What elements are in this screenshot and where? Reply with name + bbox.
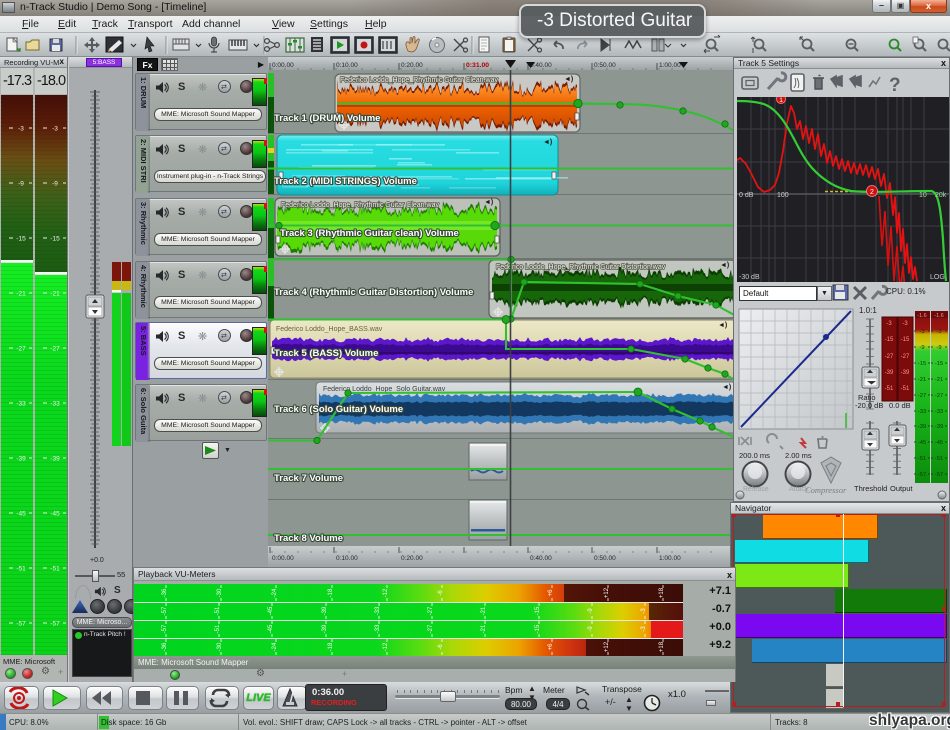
svg-text:-20.0 dB: -20.0 dB	[855, 401, 883, 410]
svg-text:-15: -15	[50, 236, 60, 243]
svg-text:2: 2	[870, 189, 874, 196]
svg-text:0:10.00: 0:10.00	[336, 62, 358, 69]
svg-text:-33: -33	[918, 409, 926, 415]
svg-text:0:50.00: 0:50.00	[594, 62, 616, 69]
svg-text:0 dB: 0 dB	[739, 192, 754, 199]
svg-text:-57: -57	[16, 621, 26, 628]
svg-text:-51: -51	[16, 566, 26, 573]
svg-text:Track 3 (Rhythmic Guitar clean: Track 3 (Rhythmic Guitar clean) Volume	[280, 228, 459, 239]
svg-text:-15: -15	[901, 337, 910, 343]
svg-text:-21: -21	[935, 377, 943, 383]
svg-text:-39: -39	[918, 424, 926, 430]
svg-text:-9: -9	[52, 181, 58, 188]
svg-text:200.0 ms: 200.0 ms	[739, 451, 770, 460]
svg-text:Federico Loddo_Hope_Rhythmic G: Federico Loddo_Hope_Rhythmic Guitar Dist…	[496, 264, 666, 271]
svg-text:-27: -27	[50, 346, 60, 353]
svg-text:-27: -27	[885, 354, 894, 360]
svg-text:-45: -45	[935, 440, 943, 446]
svg-text:0.0 dB: 0.0 dB	[889, 401, 911, 410]
svg-text:Output: Output	[890, 484, 913, 493]
svg-text:-45: -45	[16, 511, 26, 518]
svg-text:0:31.00: 0:31.00	[466, 62, 489, 69]
svg-text:-33: -33	[935, 409, 943, 415]
svg-text:-9: -9	[919, 345, 924, 351]
svg-text:Track 5 (BASS) Volume: Track 5 (BASS) Volume	[274, 348, 378, 359]
svg-text:-57: -57	[50, 621, 60, 628]
svg-text:-27: -27	[935, 393, 943, 399]
svg-text:-45: -45	[50, 511, 60, 518]
svg-text:Track 6 (Solo Guitar) Volume: Track 6 (Solo Guitar) Volume	[274, 404, 403, 415]
svg-text:-39: -39	[16, 456, 26, 463]
svg-text:0:20.00: 0:20.00	[401, 555, 423, 562]
svg-text:◄): ◄)	[484, 199, 493, 206]
svg-text:Release: Release	[743, 486, 769, 493]
svg-text:Track 1 (DRUM) Volume: Track 1 (DRUM) Volume	[274, 113, 380, 124]
svg-text:-51: -51	[50, 566, 60, 573]
svg-text:Track 7 Volume: Track 7 Volume	[274, 473, 343, 484]
svg-text:◄): ◄)	[718, 322, 727, 329]
svg-text:1:00.00: 1:00.00	[659, 62, 681, 69]
svg-text:-57: -57	[918, 472, 926, 478]
svg-text:-3: -3	[52, 126, 58, 133]
svg-text:-33: -33	[16, 401, 26, 408]
svg-text:-9: -9	[936, 345, 941, 351]
svg-text:0:40.00: 0:40.00	[530, 555, 552, 562]
svg-text:-30 dB: -30 dB	[739, 274, 760, 281]
svg-text:-51: -51	[901, 386, 910, 392]
svg-text:Track 8 Volume: Track 8 Volume	[274, 533, 343, 544]
svg-text:20k: 20k	[935, 192, 947, 199]
svg-text:2.00 ms: 2.00 ms	[785, 451, 812, 460]
svg-text:-33: -33	[50, 401, 60, 408]
svg-text:0:50.00: 0:50.00	[594, 555, 616, 562]
svg-text:-15: -15	[16, 236, 26, 243]
svg-text:Track 4 (Rhythmic Guitar Disto: Track 4 (Rhythmic Guitar Distortion) Vol…	[274, 287, 473, 298]
svg-text:-3: -3	[919, 329, 924, 335]
svg-text:-39: -39	[935, 424, 943, 430]
svg-text:LOG: LOG	[930, 274, 945, 281]
svg-text:-15: -15	[918, 361, 926, 367]
svg-text:-39: -39	[50, 456, 60, 463]
svg-text:0:20.00: 0:20.00	[401, 62, 423, 69]
svg-text:-3: -3	[936, 329, 941, 335]
svg-text:Federico Loddo_Hope_Rhythmic G: Federico Loddo_Hope_Rhythmic Guitar Clea…	[340, 77, 498, 84]
svg-text:◄): ◄)	[722, 384, 731, 391]
svg-text:-21: -21	[50, 291, 60, 298]
svg-text:-27: -27	[918, 393, 926, 399]
svg-text:0:00.00: 0:00.00	[272, 555, 294, 562]
svg-text:-39: -39	[901, 370, 910, 376]
svg-text:◄): ◄)	[543, 139, 552, 146]
svg-text:-21: -21	[918, 377, 926, 383]
svg-text:?: ?	[889, 75, 901, 96]
svg-text:Federico Loddo_Hope_BASS.wav: Federico Loddo_Hope_BASS.wav	[276, 326, 383, 333]
svg-text:10: 10	[919, 192, 927, 199]
svg-text:-39: -39	[885, 370, 894, 376]
svg-text:-57: -57	[935, 472, 943, 478]
svg-text:-51: -51	[885, 386, 894, 392]
svg-text:-27: -27	[901, 354, 910, 360]
svg-text:Track 2 (MIDI STRINGS) Volume: Track 2 (MIDI STRINGS) Volume	[274, 176, 417, 187]
svg-text:Threshold: Threshold	[854, 484, 887, 493]
svg-text:-15: -15	[935, 361, 943, 367]
svg-text:Federico Loddo_Hope_Rhythmic G: Federico Loddo_Hope_Rhythmic Guitar Clea…	[281, 202, 439, 209]
svg-text:1:00.00: 1:00.00	[659, 555, 681, 562]
svg-text:Compressor: Compressor	[805, 485, 847, 495]
svg-text:-15: -15	[885, 337, 894, 343]
svg-text:1.0:1: 1.0:1	[859, 306, 877, 315]
svg-text:1: 1	[779, 97, 783, 104]
svg-text:-21: -21	[16, 291, 26, 298]
svg-text:-51: -51	[935, 456, 943, 462]
svg-text:-3: -3	[18, 126, 24, 133]
svg-text:-27: -27	[16, 346, 26, 353]
svg-text:0:00.00: 0:00.00	[272, 62, 294, 69]
svg-text:◄): ◄)	[720, 262, 729, 269]
svg-text:0:10.00: 0:10.00	[336, 555, 358, 562]
svg-text:100: 100	[777, 192, 789, 199]
svg-text:-45: -45	[918, 440, 926, 446]
svg-text:-3: -3	[902, 321, 908, 327]
svg-text:-9: -9	[18, 181, 24, 188]
svg-text:◄): ◄)	[564, 76, 573, 83]
svg-text:-3: -3	[886, 321, 892, 327]
svg-text:-51: -51	[918, 456, 926, 462]
